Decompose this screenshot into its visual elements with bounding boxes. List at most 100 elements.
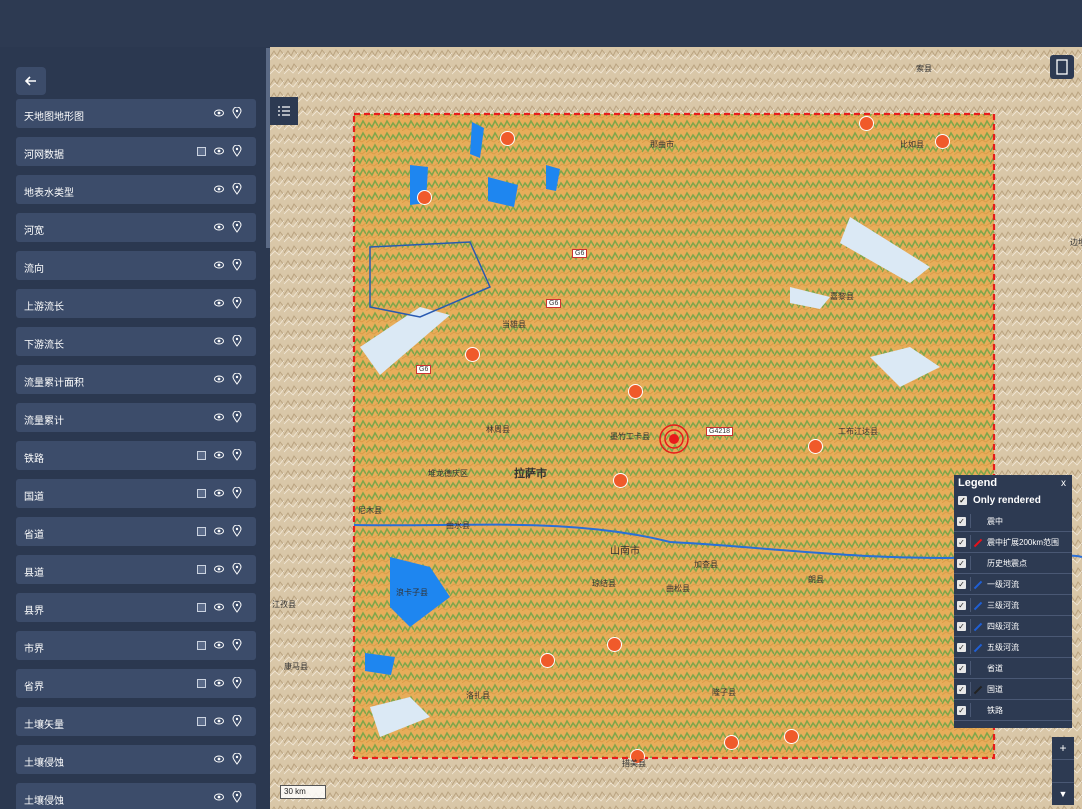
- legend-item[interactable]: ✓ 震中扩展200km范围: [954, 532, 1072, 553]
- only-rendered-toggle[interactable]: ✓ Only rendered: [958, 495, 1041, 506]
- locate-pin-icon[interactable]: [232, 259, 242, 271]
- checkbox-icon[interactable]: ✓: [957, 558, 966, 568]
- eye-icon[interactable]: [214, 108, 224, 118]
- locate-pin-icon[interactable]: [232, 183, 242, 195]
- legend-swatch-icon[interactable]: [197, 602, 206, 612]
- legend-item[interactable]: ✓ 省道: [954, 658, 1072, 679]
- eye-icon[interactable]: [214, 412, 224, 422]
- eye-icon[interactable]: [214, 678, 224, 688]
- layer-item[interactable]: 流量累计面积: [16, 365, 256, 394]
- layer-item[interactable]: 土壤侵蚀: [16, 745, 256, 774]
- locate-pin-icon[interactable]: [232, 449, 242, 461]
- legend-item[interactable]: ✓ 五级河流: [954, 637, 1072, 658]
- back-button[interactable]: [16, 67, 46, 95]
- layer-item[interactable]: 市界: [16, 631, 256, 660]
- locate-pin-icon[interactable]: [232, 221, 242, 233]
- eye-icon[interactable]: [214, 450, 224, 460]
- historical-quake-point[interactable]: [784, 729, 799, 744]
- checkbox-icon[interactable]: ✓: [957, 600, 966, 610]
- legend-item[interactable]: ✓ 一级河流: [954, 574, 1072, 595]
- eye-icon[interactable]: [214, 336, 224, 346]
- legend-swatch-icon[interactable]: [197, 716, 206, 726]
- layer-item[interactable]: 省界: [16, 669, 256, 698]
- legend-swatch-icon[interactable]: [197, 488, 206, 498]
- checkbox-icon[interactable]: ✓: [957, 684, 966, 694]
- historical-quake-point[interactable]: [808, 439, 823, 454]
- legend-swatch-icon[interactable]: [197, 678, 206, 688]
- eye-icon[interactable]: [214, 716, 224, 726]
- legend-item[interactable]: ✓ 震中: [954, 511, 1072, 532]
- checkbox-icon[interactable]: ✓: [957, 663, 966, 673]
- compass-button[interactable]: ▼: [1052, 783, 1074, 805]
- legend-swatch-icon[interactable]: [197, 640, 206, 650]
- locate-pin-icon[interactable]: [232, 411, 242, 423]
- layer-item[interactable]: 河网数据: [16, 137, 256, 166]
- eye-icon[interactable]: [214, 754, 224, 764]
- layer-item[interactable]: 流量累计: [16, 403, 256, 432]
- layer-item[interactable]: 上游流长: [16, 289, 256, 318]
- eye-icon[interactable]: [214, 792, 224, 802]
- locate-pin-icon[interactable]: [232, 145, 242, 157]
- locate-pin-icon[interactable]: [232, 677, 242, 689]
- eye-icon[interactable]: [214, 564, 224, 574]
- legend-item[interactable]: ✓ 历史地震点: [954, 553, 1072, 574]
- layer-item[interactable]: 河宽: [16, 213, 256, 242]
- historical-quake-point[interactable]: [628, 384, 643, 399]
- layer-item[interactable]: 省道: [16, 517, 256, 546]
- checkbox-icon[interactable]: ✓: [957, 705, 966, 715]
- legend-item[interactable]: ✓ 铁路: [954, 700, 1072, 721]
- map-tool-button[interactable]: [1050, 55, 1074, 79]
- historical-quake-point[interactable]: [935, 134, 950, 149]
- zoom-in-button[interactable]: +: [1052, 737, 1074, 760]
- eye-icon[interactable]: [214, 526, 224, 536]
- historical-quake-point[interactable]: [540, 653, 555, 668]
- historical-quake-point[interactable]: [859, 116, 874, 131]
- eye-icon[interactable]: [214, 260, 224, 270]
- historical-quake-point[interactable]: [417, 190, 432, 205]
- layer-item[interactable]: 流向: [16, 251, 256, 280]
- historical-quake-point[interactable]: [500, 131, 515, 146]
- zoom-out-button[interactable]: [1052, 760, 1074, 783]
- eye-icon[interactable]: [214, 602, 224, 612]
- eye-icon[interactable]: [214, 640, 224, 650]
- locate-pin-icon[interactable]: [232, 715, 242, 727]
- checkbox-icon[interactable]: ✓: [957, 537, 966, 547]
- legend-item[interactable]: ✓ 国道: [954, 679, 1072, 700]
- checkbox-icon[interactable]: ✓: [957, 516, 966, 526]
- eye-icon[interactable]: [214, 184, 224, 194]
- locate-pin-icon[interactable]: [232, 791, 242, 803]
- eye-icon[interactable]: [214, 298, 224, 308]
- layer-list-toggle-button[interactable]: [270, 97, 298, 125]
- layer-item[interactable]: 县界: [16, 593, 256, 622]
- layer-item[interactable]: 县道: [16, 555, 256, 584]
- legend-swatch-icon[interactable]: [197, 564, 206, 574]
- layer-item[interactable]: 天地图地形图: [16, 99, 256, 128]
- eye-icon[interactable]: [214, 374, 224, 384]
- eye-icon[interactable]: [214, 222, 224, 232]
- legend-swatch-icon[interactable]: [197, 526, 206, 536]
- locate-pin-icon[interactable]: [232, 335, 242, 347]
- historical-quake-point[interactable]: [724, 735, 739, 750]
- locate-pin-icon[interactable]: [232, 563, 242, 575]
- legend-item[interactable]: ✓ 四级河流: [954, 616, 1072, 637]
- historical-quake-point[interactable]: [613, 473, 628, 488]
- legend-swatch-icon[interactable]: [197, 146, 206, 156]
- historical-quake-point[interactable]: [607, 637, 622, 652]
- checkbox-icon[interactable]: ✓: [957, 621, 966, 631]
- locate-pin-icon[interactable]: [232, 601, 242, 613]
- legend-swatch-icon[interactable]: [197, 450, 206, 460]
- eye-icon[interactable]: [214, 488, 224, 498]
- eye-icon[interactable]: [214, 146, 224, 156]
- locate-pin-icon[interactable]: [232, 487, 242, 499]
- checkbox-icon[interactable]: ✓: [957, 579, 966, 589]
- locate-pin-icon[interactable]: [232, 525, 242, 537]
- historical-quake-point[interactable]: [465, 347, 480, 362]
- locate-pin-icon[interactable]: [232, 107, 242, 119]
- layer-item[interactable]: 土壤矢量: [16, 707, 256, 736]
- layer-item[interactable]: 铁路: [16, 441, 256, 470]
- layer-item[interactable]: 地表水类型: [16, 175, 256, 204]
- layer-item[interactable]: 国道: [16, 479, 256, 508]
- locate-pin-icon[interactable]: [232, 753, 242, 765]
- locate-pin-icon[interactable]: [232, 639, 242, 651]
- layer-item[interactable]: 土壤侵蚀: [16, 783, 256, 809]
